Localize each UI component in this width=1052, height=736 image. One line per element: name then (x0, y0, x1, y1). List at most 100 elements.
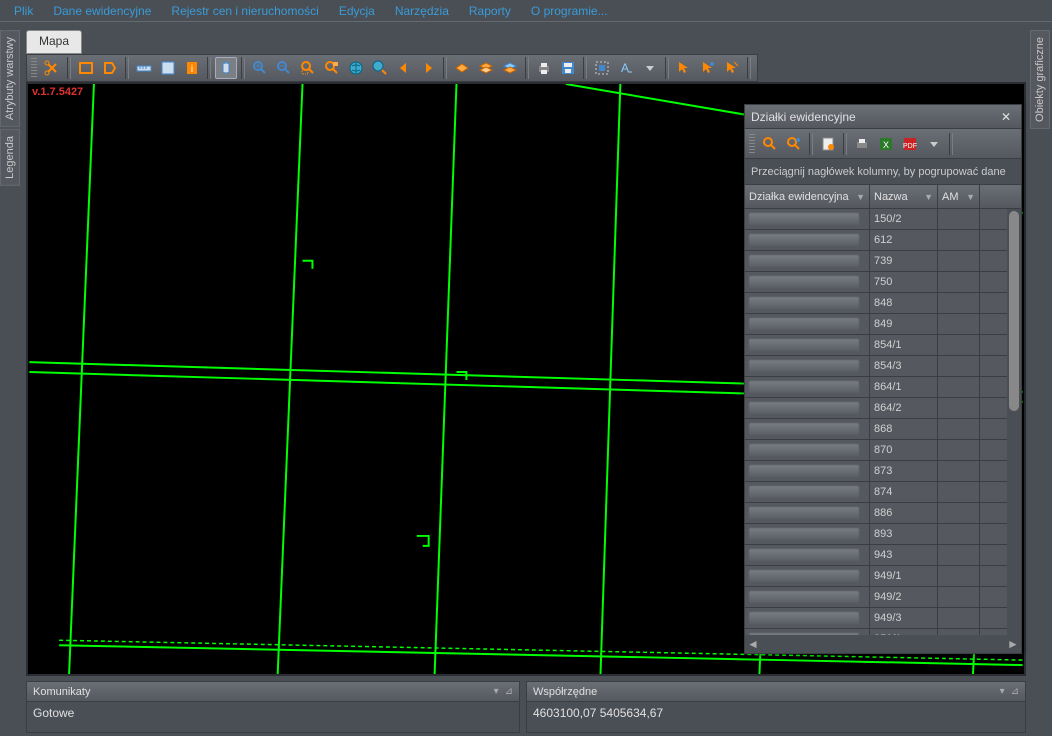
panel-print-icon[interactable] (851, 133, 873, 155)
layer-3-icon[interactable] (499, 57, 521, 79)
panel-page-icon[interactable] (817, 133, 839, 155)
menu-edycja[interactable]: Edycja (329, 2, 385, 20)
coordinates-title[interactable]: Współrzędne ▾ ⊿ (527, 682, 1025, 702)
ruler-area-icon[interactable] (157, 57, 179, 79)
tab-obiekty-graficzne[interactable]: Obiekty graficzne (1030, 30, 1050, 129)
menu-about[interactable]: O programie... (521, 2, 618, 20)
table-row[interactable]: 949/2 (745, 587, 1007, 608)
table-row[interactable]: 864/1 (745, 377, 1007, 398)
scissors-icon[interactable] (41, 57, 63, 79)
zoom-out-icon[interactable] (273, 57, 295, 79)
table-row[interactable]: 868 (745, 419, 1007, 440)
col-nazwa[interactable]: Nazwa▼ (870, 185, 938, 208)
select-rect-icon[interactable] (591, 57, 613, 79)
chevron-down-icon[interactable]: ▾ (1000, 686, 1005, 697)
pointer-3-icon[interactable] (721, 57, 743, 79)
scroll-left-icon[interactable]: ◄ (745, 637, 761, 651)
pin-icon[interactable]: ⊿ (1011, 686, 1019, 697)
table-row[interactable]: 150/2 (745, 209, 1007, 230)
panel-excel-icon[interactable]: X (875, 133, 897, 155)
svg-text:PDF: PDF (903, 143, 917, 150)
cell-dzialka (745, 503, 870, 523)
filter-icon[interactable]: ▼ (924, 192, 933, 202)
vertical-scrollbar[interactable] (1007, 209, 1021, 635)
table-row[interactable]: 849 (745, 314, 1007, 335)
panel-toolbar-grip[interactable] (749, 134, 755, 154)
close-icon[interactable]: ✕ (997, 110, 1015, 124)
tab-mapa[interactable]: Mapa (26, 30, 82, 54)
cell-dzialka (745, 482, 870, 502)
table-row[interactable]: 943 (745, 545, 1007, 566)
toolbar-grip[interactable] (31, 58, 37, 78)
panel-dropdown-icon[interactable] (923, 133, 945, 155)
scroll-right-icon[interactable]: ► (1005, 637, 1021, 651)
horizontal-scrollbar[interactable]: ◄ ► (745, 635, 1021, 653)
pan-hand-icon[interactable] (215, 57, 237, 79)
world-zoom-icon[interactable] (369, 57, 391, 79)
layer-2-icon[interactable] (475, 57, 497, 79)
cell-dzialka (745, 461, 870, 481)
menu-raporty[interactable]: Raporty (459, 2, 521, 20)
menu-plik[interactable]: Plik (4, 2, 43, 20)
zoom-selected-icon[interactable] (321, 57, 343, 79)
cell-nazwa: 739 (870, 251, 938, 271)
table-row[interactable]: 949/3 (745, 608, 1007, 629)
cell-nazwa: 864/1 (870, 377, 938, 397)
cell-nazwa: 893 (870, 524, 938, 544)
edit-text-icon[interactable]: A (615, 57, 637, 79)
save-icon[interactable] (557, 57, 579, 79)
panel-titlebar[interactable]: Działki ewidencyjne ✕ (745, 105, 1021, 129)
table-row[interactable]: 949/1 (745, 566, 1007, 587)
table-row[interactable]: 848 (745, 293, 1007, 314)
table-row[interactable]: 750 (745, 272, 1007, 293)
pin-icon[interactable]: ⊿ (505, 686, 513, 697)
print-icon[interactable] (533, 57, 555, 79)
table-row[interactable]: 864/2 (745, 398, 1007, 419)
tab-legenda[interactable]: Legenda (0, 129, 20, 186)
ruler-h-icon[interactable] (133, 57, 155, 79)
panel-zoom2-icon[interactable] (783, 133, 805, 155)
back-icon[interactable] (393, 57, 415, 79)
cell-nazwa: 949/2 (870, 587, 938, 607)
pointer-1-icon[interactable] (673, 57, 695, 79)
pointer-2-icon[interactable] (697, 57, 719, 79)
cell-dzialka (745, 419, 870, 439)
messages-title[interactable]: Komunikaty ▾ ⊿ (27, 682, 519, 702)
menu-narzedzia[interactable]: Narzędzia (385, 2, 459, 20)
tab-atrybuty-warstwy[interactable]: Atrybuty warstwy (0, 30, 20, 127)
coordinates-body: 4603100,07 5405634,67 (527, 702, 1025, 732)
table-row[interactable]: 893 (745, 524, 1007, 545)
col-dzialka[interactable]: Działka ewidencyjna▼ (745, 185, 870, 208)
filter-icon[interactable]: ▼ (856, 192, 865, 202)
rect-orange-icon[interactable] (75, 57, 97, 79)
cell-am (938, 419, 980, 439)
cell-am (938, 377, 980, 397)
table-row[interactable]: 886 (745, 503, 1007, 524)
menu-dane[interactable]: Dane ewidencyjne (43, 2, 161, 20)
coordinates-title-text: Współrzędne (533, 686, 597, 698)
filter-icon[interactable]: ▼ (966, 192, 975, 202)
info-icon[interactable]: i (181, 57, 203, 79)
dropdown-icon[interactable] (639, 57, 661, 79)
group-by-hint[interactable]: Przeciągnij nagłówek kolumny, by pogrupo… (745, 159, 1021, 185)
zoom-in-icon[interactable] (249, 57, 271, 79)
chevron-down-icon[interactable]: ▾ (494, 686, 499, 697)
table-row[interactable]: 612 (745, 230, 1007, 251)
table-row[interactable]: 854/1 (745, 335, 1007, 356)
col-am[interactable]: AM▼ (938, 185, 980, 208)
grid-body[interactable]: 150/2612739750848849854/1854/3864/1864/2… (745, 209, 1007, 635)
menu-rejestr[interactable]: Rejestr cen i nieruchomości (161, 2, 328, 20)
table-row[interactable]: 870 (745, 440, 1007, 461)
layer-1-icon[interactable] (451, 57, 473, 79)
zoom-extent-icon[interactable] (297, 57, 319, 79)
table-row[interactable]: 854/3 (745, 356, 1007, 377)
forward-icon[interactable] (417, 57, 439, 79)
panel-zoom-icon[interactable] (759, 133, 781, 155)
polygon-orange-icon[interactable] (99, 57, 121, 79)
world-icon[interactable] (345, 57, 367, 79)
scroll-thumb[interactable] (1009, 211, 1019, 411)
table-row[interactable]: 873 (745, 461, 1007, 482)
table-row[interactable]: 739 (745, 251, 1007, 272)
panel-pdf-icon[interactable]: PDF (899, 133, 921, 155)
table-row[interactable]: 874 (745, 482, 1007, 503)
